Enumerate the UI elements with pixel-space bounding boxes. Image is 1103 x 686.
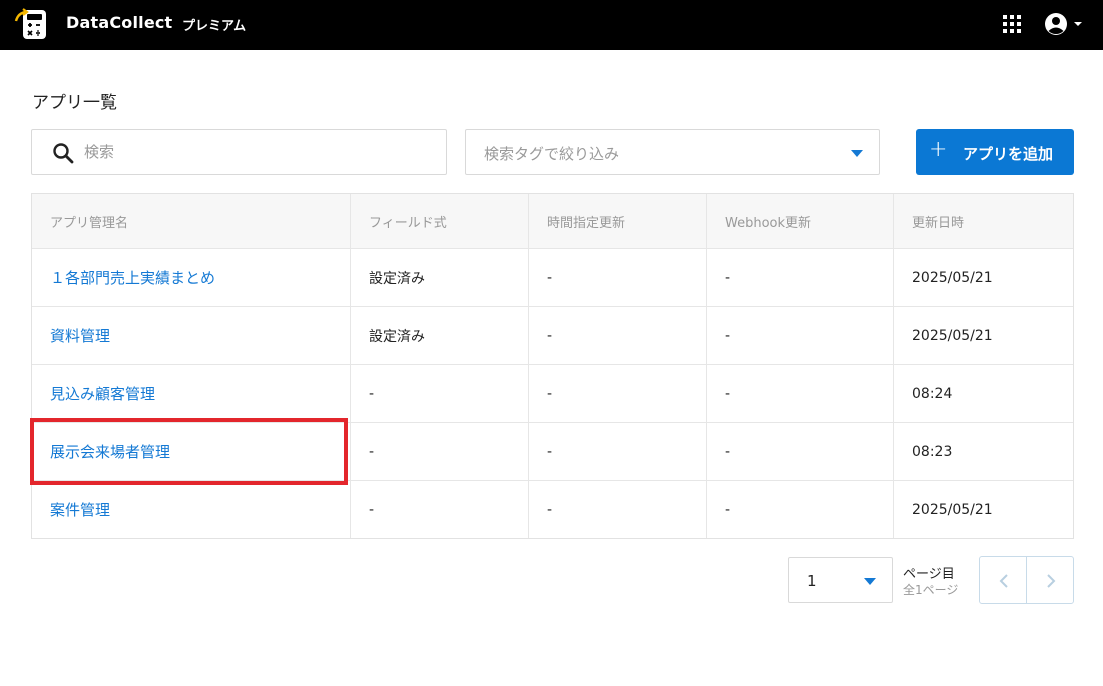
column-header-app-name[interactable]: アプリ管理名 [32, 194, 350, 248]
webhook-status: - [706, 307, 893, 364]
webhook-status: - [706, 481, 893, 538]
grid-icon[interactable] [1001, 13, 1023, 35]
calculator-icon[interactable] [14, 7, 48, 41]
chevron-down-icon [1074, 22, 1082, 26]
webhook-status: - [706, 423, 893, 480]
search-icon [53, 143, 74, 164]
brand-name[interactable]: DataCollect [66, 13, 172, 32]
webhook-status: - [706, 249, 893, 306]
chevron-right-icon [1047, 574, 1056, 588]
table-header-row: アプリ管理名 フィールド式 時間指定更新 Webhook更新 更新日時 [32, 194, 1073, 248]
prev-page-button[interactable] [979, 556, 1027, 604]
updated-at: 08:23 [893, 423, 1073, 480]
search-input[interactable] [84, 138, 434, 166]
top-bar: DataCollect プレミアム [0, 0, 1103, 50]
add-app-button[interactable]: + アプリを追加 [916, 129, 1074, 175]
column-header-webhook[interactable]: Webhook更新 [706, 194, 893, 248]
tag-filter-select[interactable]: 検索タグで絞り込み [465, 129, 880, 175]
page-select[interactable]: 1 [788, 557, 893, 603]
field-status: - [350, 481, 528, 538]
scheduled-status: - [528, 423, 706, 480]
search-box[interactable] [31, 129, 447, 175]
updated-at: 2025/05/21 [893, 249, 1073, 306]
plan-label: プレミアム [182, 19, 247, 34]
column-header-scheduled[interactable]: 時間指定更新 [528, 194, 706, 248]
column-header-field[interactable]: フィールド式 [350, 194, 528, 248]
app-name-link[interactable]: 案件管理 [50, 499, 110, 520]
user-menu-button[interactable] [1043, 11, 1087, 37]
scheduled-status: - [528, 307, 706, 364]
page-select-value: 1 [807, 572, 817, 590]
field-status: 設定済み [350, 249, 528, 306]
table-row: 案件管理 - - - 2025/05/21 [32, 480, 1073, 538]
apps-table: アプリ管理名 フィールド式 時間指定更新 Webhook更新 更新日時 １各部門… [31, 193, 1074, 539]
table-row: 見込み顧客管理 - - - 08:24 [32, 364, 1073, 422]
app-name-link[interactable]: １各部門売上実績まとめ [50, 267, 215, 288]
add-app-label: アプリを追加 [963, 145, 1054, 163]
caret-down-icon [851, 150, 863, 157]
tag-filter-placeholder: 検索タグで絞り込み [484, 145, 620, 163]
table-row: １各部門売上実績まとめ 設定済み - - 2025/05/21 [32, 248, 1073, 306]
field-status: - [350, 423, 528, 480]
table-row: 展示会来場者管理 - - - 08:23 [32, 422, 1073, 480]
scheduled-status: - [528, 365, 706, 422]
table-row: 資料管理 設定済み - - 2025/05/21 [32, 306, 1073, 364]
page-title: アプリ一覧 [32, 93, 117, 113]
caret-down-icon [864, 578, 876, 585]
chevron-left-icon [999, 574, 1008, 588]
updated-at: 2025/05/21 [893, 307, 1073, 364]
next-page-button[interactable] [1026, 556, 1074, 604]
app-name-link[interactable]: 展示会来場者管理 [50, 441, 170, 462]
app-name-link[interactable]: 見込み顧客管理 [50, 383, 155, 404]
account-circle-icon [1045, 13, 1082, 35]
webhook-status: - [706, 365, 893, 422]
field-status: - [350, 365, 528, 422]
page-suffix-label: ページ目 [903, 567, 955, 582]
scheduled-status: - [528, 481, 706, 538]
app-name-link[interactable]: 資料管理 [50, 325, 110, 346]
total-pages-label: 全1ページ [903, 583, 959, 597]
updated-at: 08:24 [893, 365, 1073, 422]
scheduled-status: - [528, 249, 706, 306]
plus-icon: + [929, 137, 948, 162]
updated-at: 2025/05/21 [893, 481, 1073, 538]
column-header-updated[interactable]: 更新日時 [893, 194, 1073, 248]
field-status: 設定済み [350, 307, 528, 364]
